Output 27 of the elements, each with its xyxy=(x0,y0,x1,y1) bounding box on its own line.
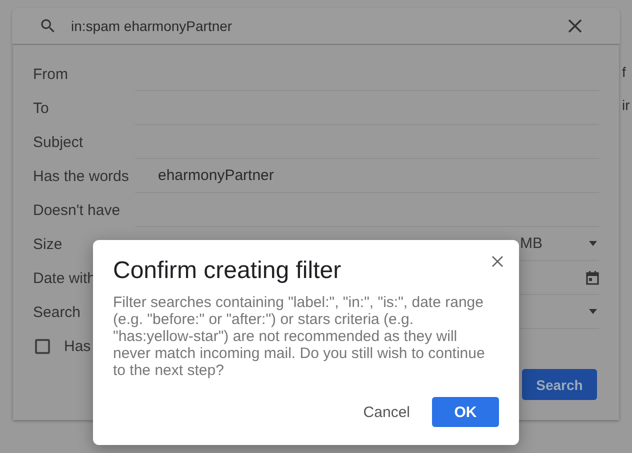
input-field[interactable]: eharmonyPartner xyxy=(135,160,599,192)
dialog-title: Confirm creating filter xyxy=(113,257,342,285)
close-icon xyxy=(568,19,582,33)
field-label: Doesn't have xyxy=(33,202,122,218)
field-label: From xyxy=(33,66,69,82)
search-bar[interactable]: in:spam eharmonyPartner xyxy=(12,8,620,44)
background-text: ir xyxy=(622,97,630,113)
close-button[interactable] xyxy=(492,256,503,267)
dropdown-icon xyxy=(589,309,597,314)
search-icon xyxy=(39,17,57,35)
dropdown-icon xyxy=(589,241,597,246)
field-label: Has the words xyxy=(33,168,130,184)
checkbox-label: Has xyxy=(64,338,91,354)
search-button[interactable]: Search xyxy=(522,369,597,400)
dialog-message: Filter searches containing "label:", "in:", "is:", date range (e.g. "before:" or "after:") or stars criteria (e.g. "has:yellow-star") are not recommended as they will never match incoming mail. Do you still wish to continue to the next step? xyxy=(113,294,485,379)
search-query: in:spam eharmonyPartner xyxy=(71,18,234,34)
ok-button[interactable]: OK xyxy=(432,397,499,427)
field-label: Size xyxy=(33,236,64,252)
calendar-icon xyxy=(586,270,599,284)
background-text: f xyxy=(622,64,626,80)
unit-label: MB xyxy=(520,235,542,252)
close-icon xyxy=(492,256,503,267)
checkbox[interactable] xyxy=(35,338,50,354)
field-label: Subject xyxy=(33,134,84,150)
input-field[interactable]: MB xyxy=(520,228,599,260)
field-label: To xyxy=(33,100,50,116)
cancel-button[interactable]: Cancel xyxy=(351,397,422,427)
